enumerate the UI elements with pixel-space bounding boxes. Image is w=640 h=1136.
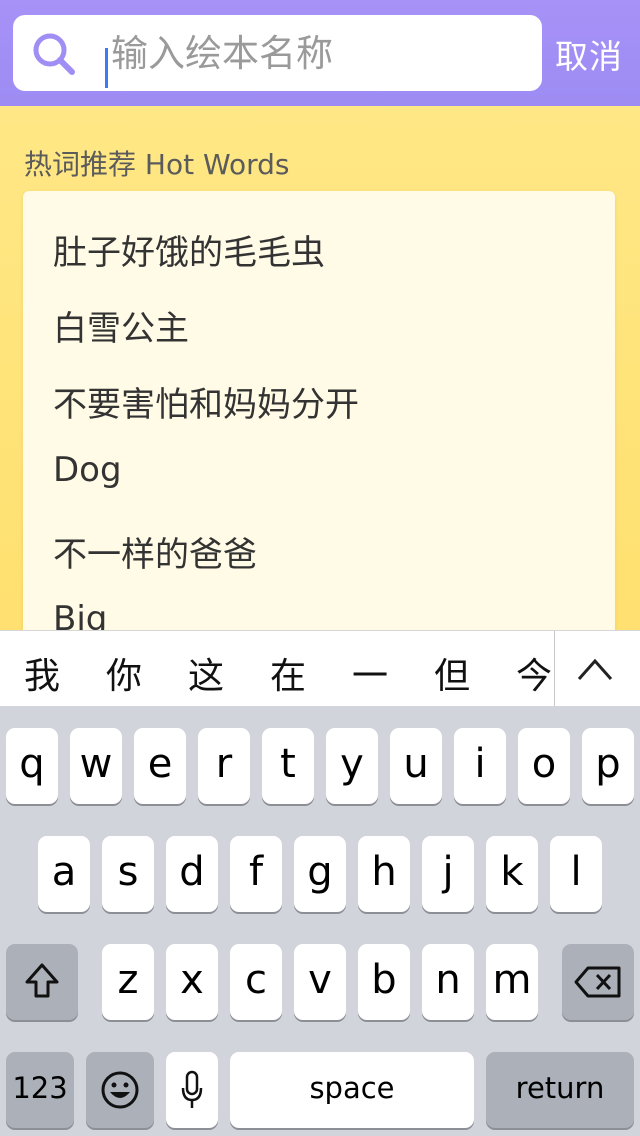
key-b[interactable]: b — [358, 944, 410, 1020]
hot-words-list: 肚子好饿的毛毛虫 白雪公主 不要害怕和妈妈分开 Dog 不一样的爸爸 Big — [23, 191, 615, 651]
shift-key[interactable] — [6, 944, 78, 1020]
ime-candidate-bar: 我 你 这 在 一 但 今 — [0, 630, 640, 707]
key-e[interactable]: e — [134, 728, 186, 804]
numbers-key[interactable]: 123 — [6, 1052, 74, 1128]
return-key[interactable]: return — [486, 1052, 634, 1128]
key-c[interactable]: c — [230, 944, 282, 1020]
key-l[interactable]: l — [550, 836, 602, 912]
keyboard: q w e r t y u i o p a s d f g h j k l z … — [0, 706, 640, 1136]
candidate-divider — [554, 631, 555, 707]
backspace-icon — [574, 966, 621, 998]
microphone-icon — [181, 1070, 203, 1108]
emoji-key[interactable] — [86, 1052, 154, 1128]
key-g[interactable]: g — [294, 836, 346, 912]
search-box[interactable] — [13, 15, 542, 91]
search-input[interactable] — [111, 29, 531, 77]
candidate-word[interactable]: 今 — [516, 647, 552, 699]
key-i[interactable]: i — [454, 728, 506, 804]
candidate-word[interactable]: 你 — [106, 647, 142, 699]
key-t[interactable]: t — [262, 728, 314, 804]
key-v[interactable]: v — [294, 944, 346, 1020]
candidate-word[interactable]: 在 — [270, 647, 306, 699]
text-caret — [105, 48, 108, 88]
key-k[interactable]: k — [486, 836, 538, 912]
search-icon — [33, 33, 75, 75]
key-u[interactable]: u — [390, 728, 442, 804]
key-h[interactable]: h — [358, 836, 410, 912]
microphone-key[interactable] — [166, 1052, 218, 1128]
key-d[interactable]: d — [166, 836, 218, 912]
hot-words-title: 热词推荐 Hot Words — [24, 148, 290, 181]
key-y[interactable]: y — [326, 728, 378, 804]
cancel-button[interactable]: 取消 — [555, 30, 623, 78]
hot-word-item[interactable]: Dog — [53, 450, 122, 490]
key-r[interactable]: r — [198, 728, 250, 804]
hot-word-item[interactable]: 不一样的爸爸 — [53, 527, 257, 576]
shift-icon — [25, 963, 59, 998]
key-s[interactable]: s — [102, 836, 154, 912]
candidate-word[interactable]: 我 — [24, 647, 60, 699]
candidate-word[interactable]: 但 — [434, 647, 470, 699]
key-a[interactable]: a — [38, 836, 90, 912]
key-j[interactable]: j — [422, 836, 474, 912]
key-z[interactable]: z — [102, 944, 154, 1020]
key-f[interactable]: f — [230, 836, 282, 912]
emoji-icon — [101, 1071, 139, 1109]
key-n[interactable]: n — [422, 944, 474, 1020]
space-key[interactable]: space — [230, 1052, 474, 1128]
search-header: 取消 — [0, 0, 640, 106]
hot-word-item[interactable]: 肚子好饿的毛毛虫 — [53, 225, 325, 274]
key-q[interactable]: q — [6, 728, 58, 804]
key-w[interactable]: w — [70, 728, 122, 804]
chevron-up-icon[interactable] — [575, 651, 615, 687]
candidate-word[interactable]: 一 — [352, 647, 388, 699]
candidate-word[interactable]: 这 — [188, 647, 224, 699]
delete-key[interactable] — [562, 944, 634, 1020]
key-p[interactable]: p — [582, 728, 634, 804]
key-x[interactable]: x — [166, 944, 218, 1020]
hot-word-item[interactable]: 白雪公主 — [53, 301, 189, 350]
key-m[interactable]: m — [486, 944, 538, 1020]
hot-word-item[interactable]: 不要害怕和妈妈分开 — [53, 377, 359, 426]
key-o[interactable]: o — [518, 728, 570, 804]
